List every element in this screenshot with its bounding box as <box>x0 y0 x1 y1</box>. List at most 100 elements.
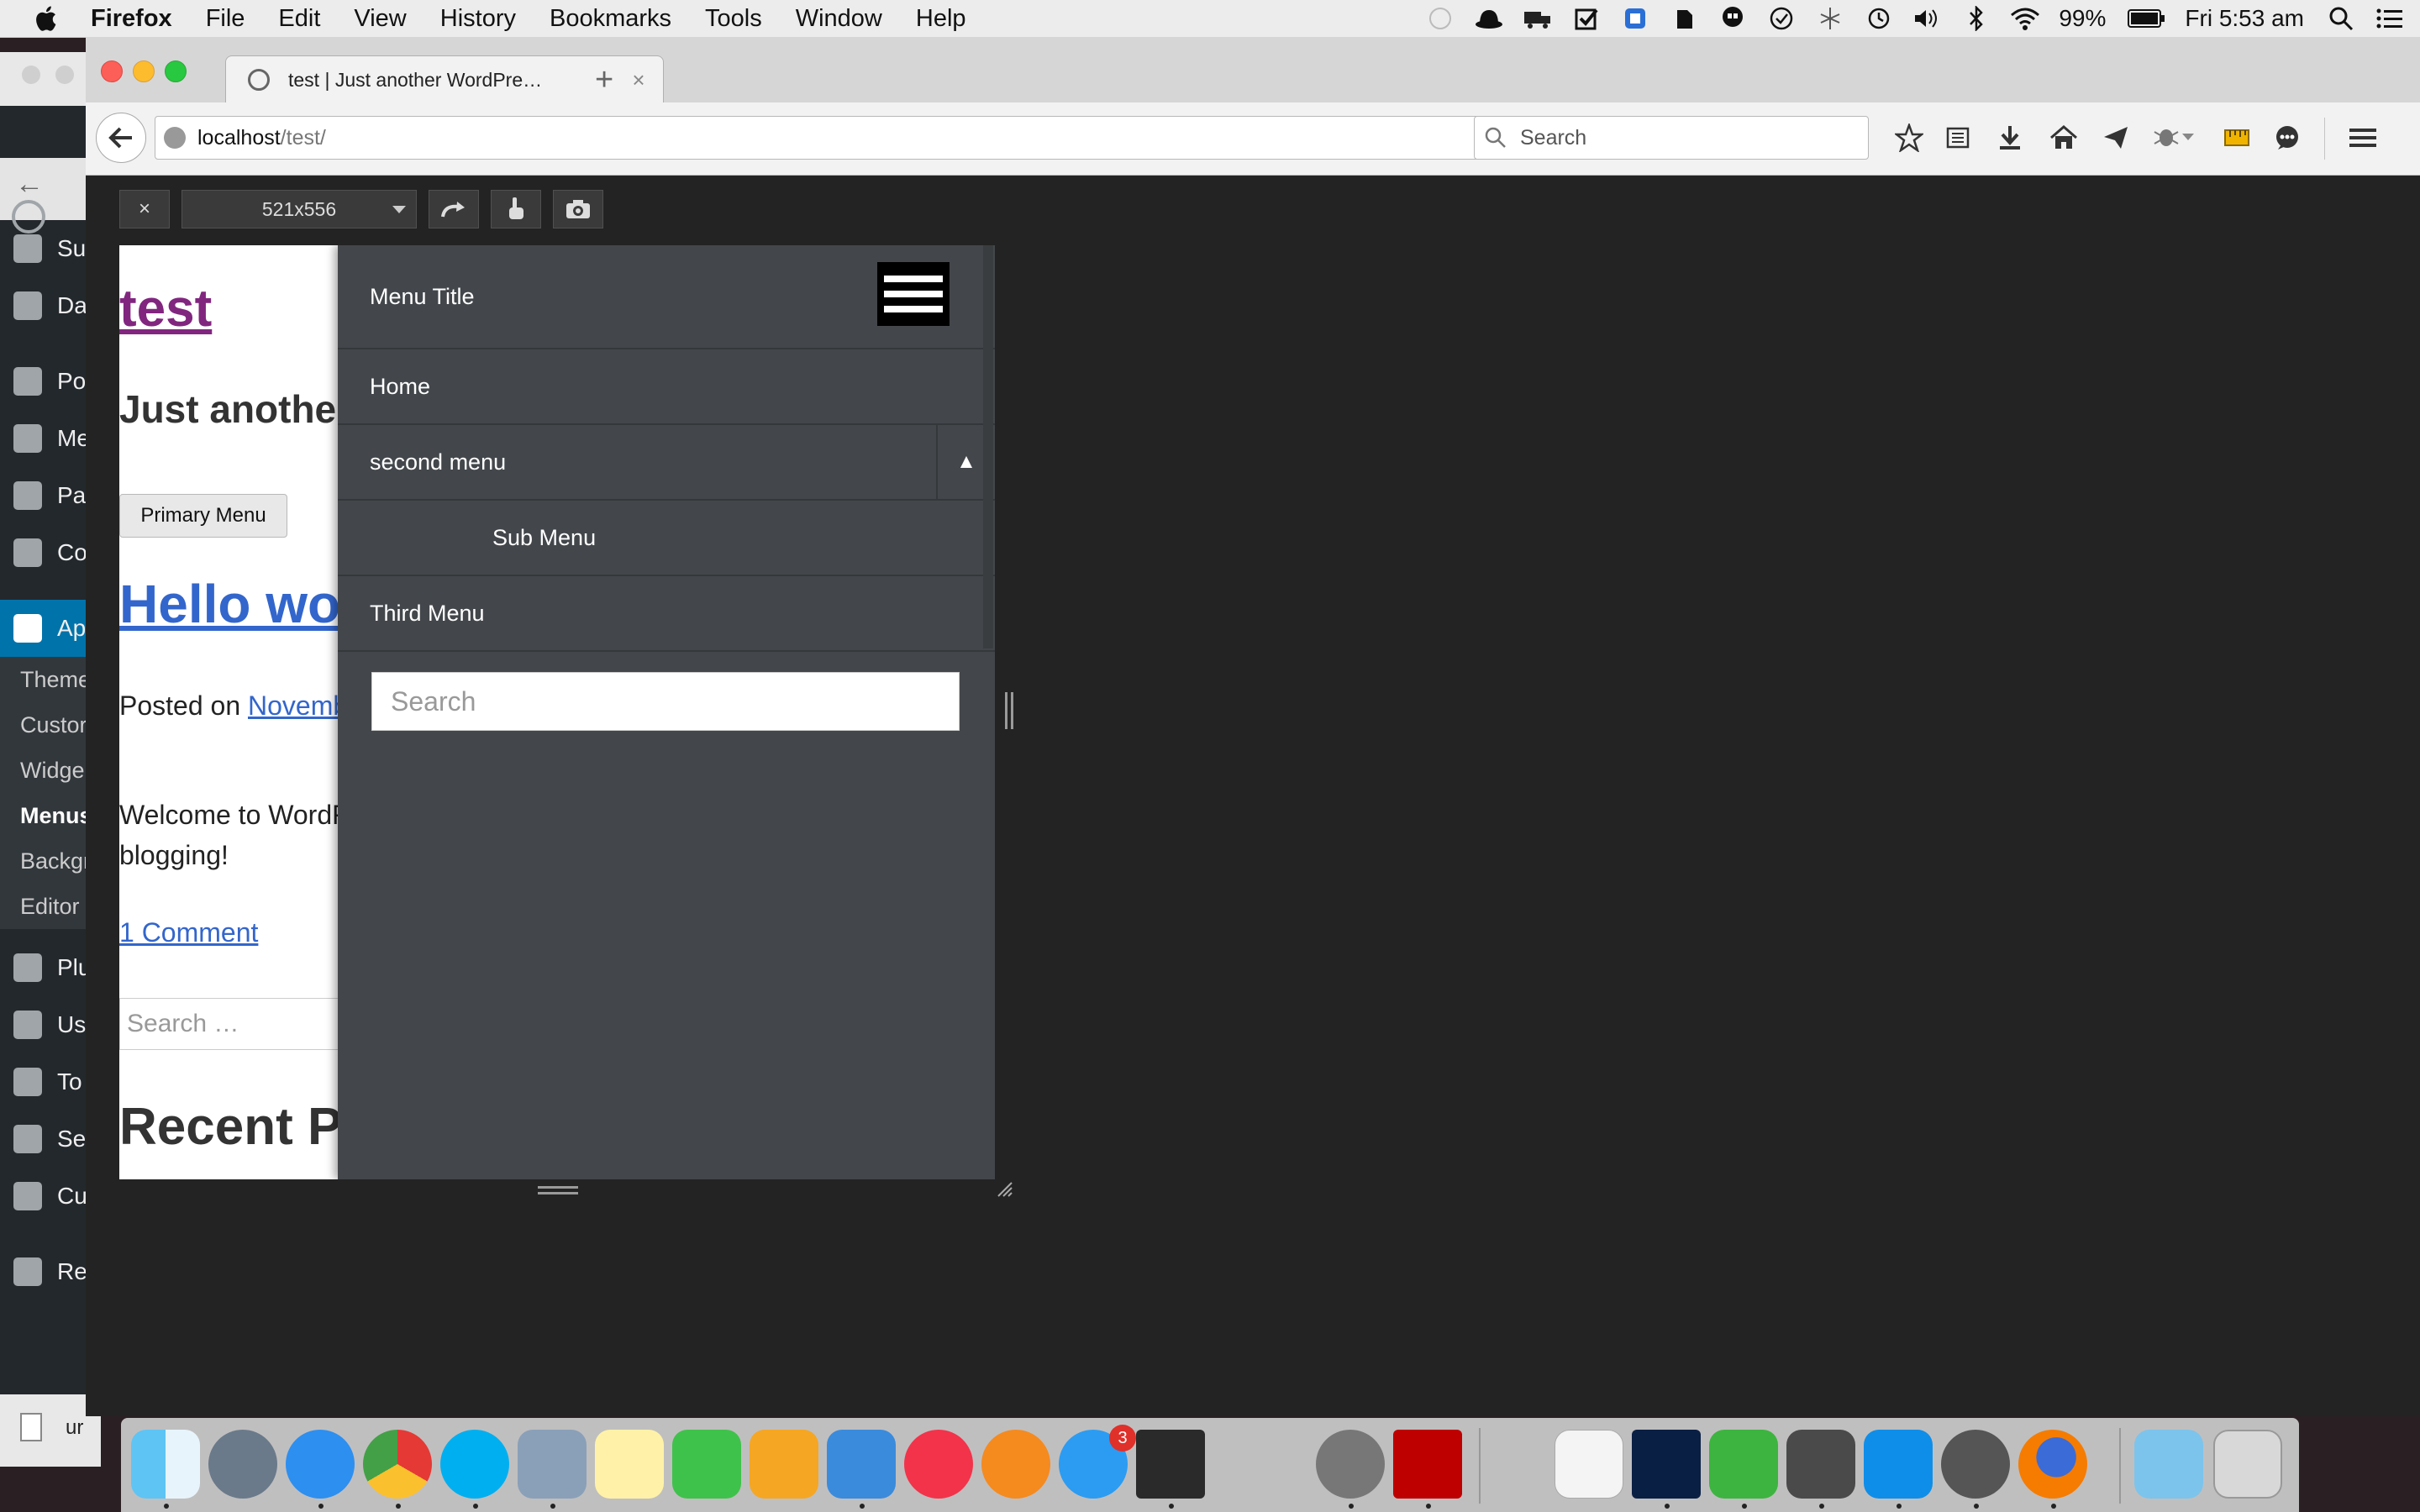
skype-icon[interactable] <box>440 1430 509 1499</box>
touch-events-button[interactable] <box>491 190 541 228</box>
sublime-text-icon[interactable] <box>1786 1430 1855 1499</box>
minimize-window-button[interactable] <box>133 60 155 82</box>
evernote-tray-icon[interactable] <box>1669 6 1699 31</box>
teamviewer-icon[interactable] <box>1864 1430 1933 1499</box>
navigation-toolbar: localhost/test/ ▽ ↻ Search <box>86 102 2420 176</box>
spotlight-icon[interactable] <box>2326 6 2356 31</box>
preview-icon[interactable] <box>518 1430 587 1499</box>
post-title-link[interactable]: Hello wo <box>119 573 340 635</box>
fan-icon[interactable] <box>1815 6 1845 31</box>
menu-window[interactable]: Window <box>796 5 882 33</box>
viewport-size-select[interactable]: 521x556 <box>182 190 417 228</box>
evernote-icon[interactable] <box>1709 1430 1778 1499</box>
post-date-link[interactable]: Novemb <box>248 690 348 721</box>
truck-icon[interactable] <box>1523 6 1553 31</box>
dash-icon[interactable] <box>1425 6 1455 31</box>
chrome-icon[interactable] <box>363 1430 432 1499</box>
site-title-link[interactable]: test <box>119 279 212 339</box>
downloads-icon[interactable] <box>1993 121 2027 155</box>
viewport-corner-resize-handle[interactable] <box>995 1179 1013 1198</box>
reading-list-icon[interactable] <box>1941 121 1975 155</box>
keynote-icon[interactable] <box>827 1430 896 1499</box>
menu-item-sub-menu[interactable]: Sub Menu <box>338 501 995 576</box>
volume-icon[interactable] <box>1912 6 1943 31</box>
screenshot-button[interactable] <box>553 190 603 228</box>
menu-item-home[interactable]: Home <box>338 349 995 425</box>
wifi-icon[interactable] <box>2010 6 2040 31</box>
menu-view[interactable]: View <box>354 5 406 33</box>
status-tray: 99% Fri 5:53 am <box>1425 0 2420 37</box>
time-machine-icon[interactable] <box>1864 6 1894 31</box>
viewport-width-resize-handle[interactable] <box>1005 692 1013 729</box>
system-preferences-icon[interactable] <box>1316 1430 1385 1499</box>
menu-item-second-menu[interactable]: second menu ▲ <box>338 425 995 501</box>
back-arrow-icon[interactable]: ← <box>15 168 44 201</box>
menu-item-third-menu[interactable]: Third Menu <box>338 576 995 652</box>
apple-icon[interactable] <box>32 3 62 34</box>
filezilla-icon[interactable] <box>1393 1430 1462 1499</box>
excerpt-line: Welcome to WordF <box>119 800 349 830</box>
safari-icon[interactable] <box>286 1430 355 1499</box>
posted-on-prefix: Posted on <box>119 690 248 721</box>
firefox-icon[interactable] <box>2018 1430 2087 1499</box>
app-badge-icon[interactable] <box>1620 6 1650 31</box>
menu-tools[interactable]: Tools <box>705 5 762 33</box>
site-description: Just another <box>119 387 352 431</box>
downloads-folder-icon[interactable] <box>2134 1430 2203 1499</box>
rotate-button[interactable] <box>429 190 479 228</box>
facetime-icon[interactable] <box>672 1430 741 1499</box>
bluetooth-icon[interactable] <box>1961 6 1991 31</box>
primary-menu-button[interactable]: Primary Menu <box>119 494 287 538</box>
back-button[interactable] <box>96 113 146 163</box>
menu-history[interactable]: History <box>440 5 516 33</box>
ruler-icon[interactable] <box>2220 121 2254 155</box>
search-bar-placeholder: Search <box>1520 125 1587 150</box>
bookmark-star-icon[interactable] <box>1892 121 1926 155</box>
zoom-window-button[interactable] <box>165 60 187 82</box>
bowler-hat-icon[interactable] <box>1474 6 1504 31</box>
finder-icon[interactable] <box>131 1430 200 1499</box>
new-tab-button[interactable]: + <box>595 62 613 98</box>
notification-center-icon[interactable] <box>2375 6 2405 31</box>
menu-search-input[interactable]: Search <box>371 672 960 731</box>
home-icon[interactable] <box>2047 121 2081 155</box>
running-indicator <box>1169 1504 1174 1509</box>
menu-edit[interactable]: Edit <box>278 5 320 33</box>
site-search-input[interactable]: Search … <box>119 998 371 1050</box>
clock[interactable]: Fri 5:53 am <box>2185 5 2304 32</box>
mamp-icon[interactable] <box>1941 1430 2010 1499</box>
checkbox-icon[interactable] <box>1571 6 1602 31</box>
extension-dropdown-icon[interactable] <box>2178 121 2198 155</box>
chat-bubble-icon[interactable] <box>2270 121 2304 155</box>
hangouts-icon[interactable] <box>1718 6 1748 31</box>
menu-app-name[interactable]: Firefox <box>91 5 172 33</box>
close-window-button[interactable] <box>101 60 123 82</box>
battery-icon[interactable] <box>2128 6 2166 31</box>
ibooks-icon[interactable] <box>981 1430 1050 1499</box>
notes-icon[interactable] <box>595 1430 664 1499</box>
close-responsive-button[interactable]: × <box>119 190 170 228</box>
close-tab-icon[interactable]: × <box>626 67 651 93</box>
trash-icon[interactable] <box>2213 1430 2282 1499</box>
itunes-icon[interactable] <box>904 1430 973 1499</box>
menu-scrollbar[interactable] <box>983 245 993 648</box>
send-icon[interactable] <box>2099 121 2133 155</box>
hamburger-close-button[interactable] <box>877 262 950 326</box>
app-store-badge: 3 <box>1109 1425 1136 1452</box>
comments-link[interactable]: 1 Comment <box>119 917 258 948</box>
open-menu-icon[interactable] <box>2346 121 2380 155</box>
dashboard-icon <box>13 291 42 320</box>
url-bar[interactable]: localhost/test/ ▽ ↻ <box>155 116 1546 160</box>
pages-icon[interactable] <box>750 1430 818 1499</box>
search-icon <box>1485 127 1506 148</box>
textedit-icon[interactable] <box>1555 1430 1623 1499</box>
photoshop-icon[interactable] <box>1632 1430 1701 1499</box>
check-circle-icon[interactable] <box>1766 6 1797 31</box>
launchpad-icon[interactable] <box>208 1430 277 1499</box>
viewport-height-resize-handle[interactable] <box>538 1186 578 1194</box>
menu-file[interactable]: File <box>206 5 245 33</box>
menu-bookmarks[interactable]: Bookmarks <box>550 5 671 33</box>
search-bar[interactable]: Search <box>1474 116 1869 160</box>
menu-help[interactable]: Help <box>916 5 966 33</box>
photo-app-icon[interactable] <box>1136 1430 1205 1499</box>
